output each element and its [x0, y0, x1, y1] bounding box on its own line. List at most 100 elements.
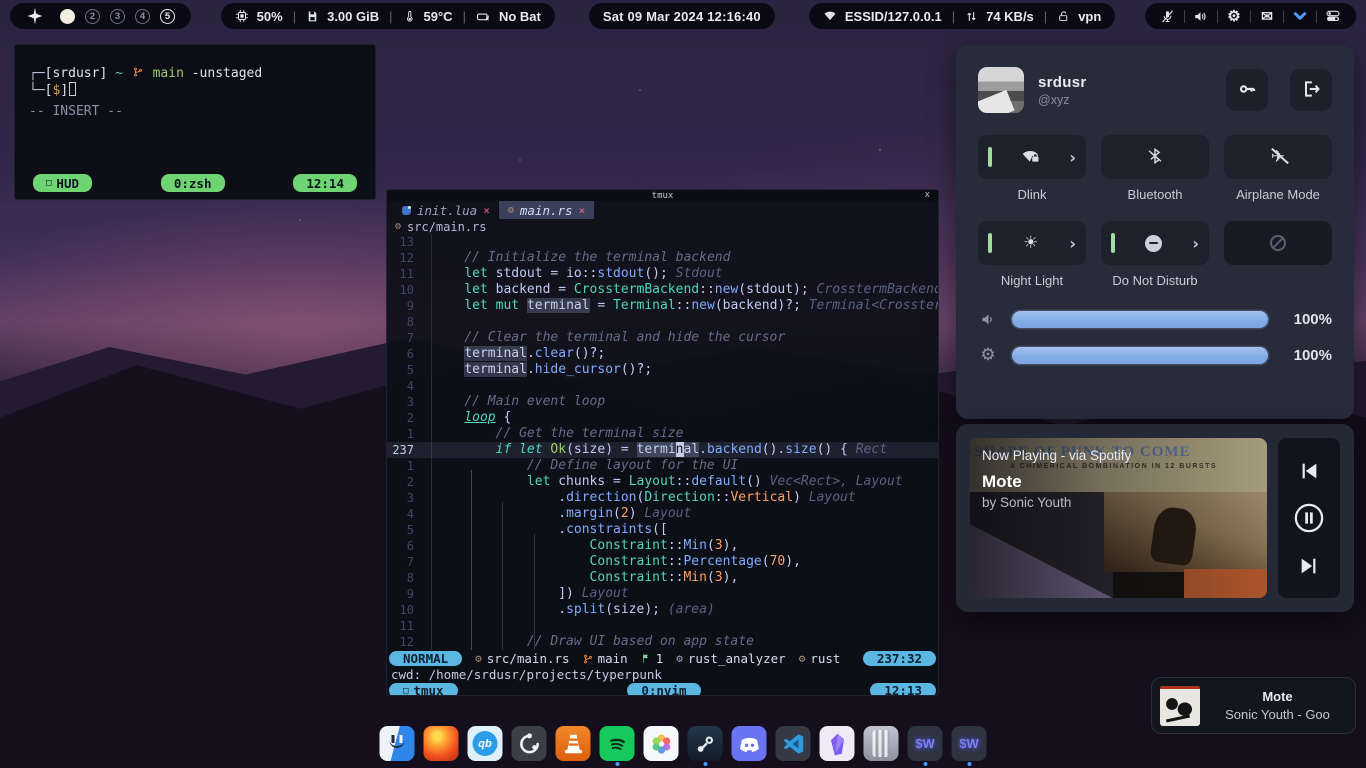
obsidian-icon — [820, 726, 855, 761]
tab-main-rs[interactable]: ⚙ main.rs × — [499, 201, 594, 219]
spotify-icon — [600, 726, 635, 761]
toggle-airplane-mode[interactable]: ✈ — [1224, 135, 1332, 179]
toggle-bluetooth[interactable] — [1101, 135, 1209, 179]
mail-icon[interactable]: ✉ — [1254, 8, 1280, 25]
dock-wine-app-2[interactable]: $W — [952, 726, 987, 766]
system-stats: 50% | 3.00 GiB | 59°C | No Bat — [221, 3, 555, 29]
speaker-icon[interactable] — [1188, 9, 1214, 24]
thermometer-icon — [403, 10, 416, 23]
topbar-center: 50% | 3.00 GiB | 59°C | No Bat Sat 09 Ma… — [221, 3, 1116, 29]
tmux-window-pill[interactable]: 0:nvim — [627, 683, 700, 696]
avatar — [978, 67, 1024, 113]
code-line: 3 .direction(Direction::Vertical) Layout — [387, 490, 938, 506]
code-line: 1 // Define layout for the UI — [387, 458, 938, 474]
dock-wine-app-1[interactable]: $W — [908, 726, 943, 766]
running-indicator — [703, 762, 707, 766]
toggle-label: Dlink — [1018, 187, 1047, 203]
code-editor[interactable]: 1312 // Initialize the terminal backend1… — [387, 234, 938, 650]
cwd-line: cwd: /home/srdusr/projects/typerpunk — [387, 667, 938, 682]
lock-keys-button[interactable] — [1226, 69, 1268, 111]
switches-icon[interactable] — [1320, 8, 1346, 24]
chevron-down-icon[interactable] — [1287, 8, 1313, 24]
close-window-button[interactable]: x — [925, 190, 930, 200]
toggle-night-light[interactable]: ☀ › — [978, 221, 1086, 265]
dock-trash[interactable] — [864, 726, 899, 761]
statusline-file: ⚙src/main.rs — [475, 651, 569, 666]
cursor-position-pill: 237:32 — [863, 651, 936, 666]
prompt-line-1: ┌─[srdusr] ~ main -unstaged — [29, 65, 361, 82]
code-line: 3 // Main event loop — [387, 394, 938, 410]
clock[interactable]: Sat 09 Mar 2024 12:16:40 — [589, 3, 775, 29]
volume-slider-row: 100% — [978, 311, 1332, 328]
terminal-window[interactable]: ┌─[srdusr] ~ main -unstaged └─[$] -- INS… — [14, 44, 376, 200]
toggle-empty[interactable] — [1224, 221, 1332, 265]
code-line: 6 terminal.clear()?; — [387, 346, 938, 362]
editor-window[interactable]: tmux x init.lua × ⚙ main.rs × ⚙ src/main… — [386, 189, 939, 696]
code-line: 2 loop { — [387, 410, 938, 426]
dock-firefox[interactable] — [424, 726, 459, 761]
settings-gear-icon[interactable]: ⚙ — [1221, 7, 1247, 25]
brightness-slider[interactable] — [1012, 347, 1268, 364]
git-branch-icon — [133, 66, 143, 78]
workspace-3[interactable]: 3 — [110, 9, 125, 24]
dock-photos[interactable] — [644, 726, 679, 761]
code-line: 8 Constraint::Min(3), — [387, 570, 938, 586]
tmux-statusbar: □tmux 0:nvim 12:13 — [387, 682, 938, 696]
close-tab-icon[interactable]: × — [579, 204, 586, 217]
volume-slider[interactable] — [1012, 311, 1268, 328]
code-line: 4 .margin(2) Layout — [387, 506, 938, 522]
logout-button[interactable] — [1290, 69, 1332, 111]
cpu-icon — [235, 9, 249, 23]
workspace-1[interactable] — [60, 9, 75, 24]
media-controls — [1278, 438, 1340, 598]
workspace-4[interactable]: 4 — [135, 9, 150, 24]
dock-qbittorrent[interactable]: qb — [468, 726, 503, 761]
dock-obs[interactable] — [512, 726, 547, 761]
close-tab-icon[interactable]: × — [483, 204, 490, 217]
pause-button[interactable] — [1294, 503, 1324, 533]
workspace-5[interactable]: 5 — [160, 9, 175, 24]
key-icon — [1237, 79, 1257, 102]
dock-vlc[interactable] — [556, 726, 591, 761]
dock-vscode[interactable] — [776, 726, 811, 761]
previous-track-button[interactable] — [1298, 460, 1320, 482]
logout-icon — [1301, 79, 1321, 102]
running-indicator — [615, 762, 619, 766]
next-track-button[interactable] — [1298, 555, 1320, 577]
tmux-session-pill: □tmux — [389, 683, 458, 696]
lua-icon — [402, 206, 411, 215]
tab-init-lua[interactable]: init.lua × — [393, 201, 499, 219]
dock-steam[interactable] — [688, 726, 723, 766]
statusline-diagnostics: 1 — [641, 651, 664, 666]
tab-label: init.lua — [417, 203, 477, 218]
chevron-right-icon[interactable]: › — [1192, 234, 1199, 253]
dock-spotify[interactable] — [600, 726, 635, 766]
notification-toast[interactable]: Mote Sonic Youth - Goo — [1151, 677, 1356, 734]
network-status: ESSID/127.0.0.1 | 74 KB/s | vpn — [809, 3, 1115, 29]
rust-icon: ⚙ — [799, 652, 806, 665]
brightness-gear-icon: ⚙ — [978, 345, 998, 365]
chevron-right-icon[interactable]: › — [1069, 234, 1076, 253]
file-manager-icon — [380, 726, 415, 761]
microphone-muted-icon[interactable] — [1155, 9, 1181, 24]
code-line: 4 — [387, 378, 938, 394]
chevron-right-icon[interactable]: › — [1069, 148, 1076, 167]
rust-icon: ⚙ — [508, 205, 514, 216]
toggle-dlink[interactable]: › — [978, 135, 1086, 179]
rust-icon: ⚙ — [395, 221, 401, 232]
statusline-lsp: ⚙rust_analyzer — [676, 651, 785, 666]
code-line: 12 // Draw UI based on app state — [387, 634, 938, 650]
trash-icon — [864, 726, 899, 761]
minus-circle-icon — [1115, 235, 1192, 252]
dock-file-manager[interactable] — [380, 726, 415, 761]
dock-obsidian[interactable] — [820, 726, 855, 761]
code-line-current: 237 if let Ok(size) = terminal.backend()… — [387, 442, 938, 458]
volume-value: 100% — [1282, 311, 1332, 328]
workspace-switcher: 2345 — [10, 3, 191, 29]
dock-discord[interactable] — [732, 726, 767, 761]
window-icon: □ — [46, 175, 51, 192]
toggle-do-not-disturb[interactable]: › — [1101, 221, 1209, 265]
obs-icon — [512, 726, 547, 761]
bluetooth-off-icon — [1146, 147, 1164, 168]
workspace-2[interactable]: 2 — [85, 9, 100, 24]
